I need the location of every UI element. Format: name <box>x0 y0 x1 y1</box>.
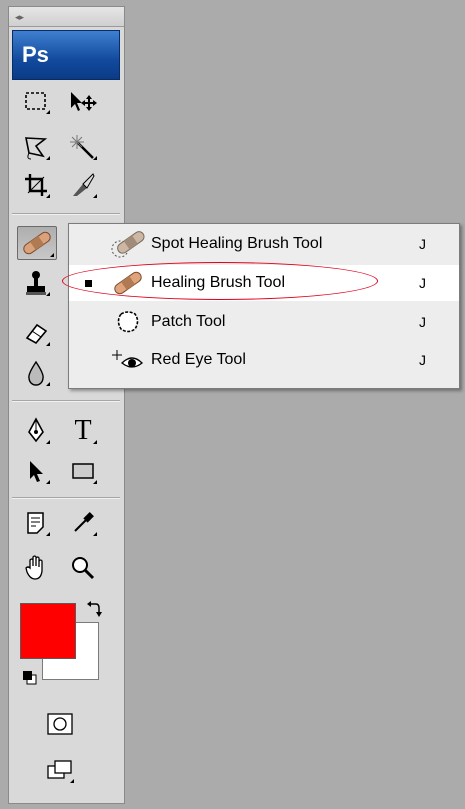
type-tool[interactable]: T <box>67 416 99 446</box>
magic-wand-tool[interactable] <box>67 132 99 162</box>
screen-mode-icon <box>47 760 72 779</box>
toolbox-divider <box>12 213 120 215</box>
panel-grip[interactable]: ◂▸ <box>9 7 124 27</box>
toolbox-divider <box>12 400 120 402</box>
bandage-icon <box>114 271 142 295</box>
eraser-tool[interactable] <box>20 318 52 348</box>
notes-icon <box>27 512 44 534</box>
blur-tool[interactable] <box>20 358 52 388</box>
magic-wand-icon <box>70 135 94 159</box>
menu-item-healing-brush[interactable]: Healing Brush Tool J <box>69 265 459 301</box>
path-selection-tool[interactable] <box>20 456 52 486</box>
menu-item-red-eye[interactable]: Red Eye Tool J <box>69 342 459 378</box>
clone-stamp-tool[interactable] <box>20 268 52 298</box>
drop-icon <box>28 360 44 386</box>
patch-icon <box>117 311 139 333</box>
polygonal-lasso-icon <box>25 137 48 160</box>
arrow-icon <box>30 461 43 482</box>
zoom-tool[interactable] <box>67 553 99 583</box>
healing-tools-flyout: Spot Healing Brush Tool J Healing Brush … <box>68 223 460 389</box>
shortcut-key: J <box>419 314 426 330</box>
foreground-color-swatch[interactable] <box>20 603 76 659</box>
menu-item-label: Healing Brush Tool <box>151 274 286 291</box>
quick-mask-mode[interactable] <box>44 709 76 739</box>
stamp-icon <box>26 271 46 295</box>
menu-item-label: Spot Healing Brush Tool <box>151 235 323 252</box>
rectangular-marquee-tool[interactable] <box>20 86 52 116</box>
hand-tool[interactable] <box>20 553 52 583</box>
menu-item-patch[interactable]: Patch Tool J <box>69 304 459 340</box>
notes-tool[interactable] <box>20 508 52 538</box>
bandage-icon <box>23 231 51 255</box>
crop-tool[interactable] <box>20 170 52 200</box>
selected-indicator <box>84 279 92 287</box>
lasso-tool[interactable] <box>20 132 52 162</box>
healing-brush-tool[interactable] <box>17 226 57 260</box>
eyedropper-icon <box>74 512 94 532</box>
default-colors-icon[interactable] <box>22 670 38 686</box>
eyedropper-tool[interactable] <box>67 508 99 538</box>
pen-tool[interactable] <box>20 416 52 446</box>
shortcut-key: J <box>419 352 426 368</box>
red-eye-icon <box>112 350 143 368</box>
spot-healing-bandage-icon <box>111 231 145 258</box>
rectangle-icon <box>72 463 94 479</box>
eraser-icon <box>25 323 48 345</box>
toolbox-divider <box>12 497 120 499</box>
type-icon: T <box>74 415 92 446</box>
shape-tool[interactable] <box>67 456 99 486</box>
slice-tool[interactable] <box>67 170 99 200</box>
move-icon <box>71 92 97 111</box>
crop-icon <box>25 174 47 196</box>
menu-item-label: Red Eye Tool <box>151 351 246 368</box>
menu-item-spot-healing-brush[interactable]: Spot Healing Brush Tool J <box>69 226 459 262</box>
pen-icon <box>28 417 44 443</box>
photoshop-logo[interactable]: Ps <box>12 30 120 80</box>
screen-mode[interactable] <box>44 755 76 785</box>
shortcut-key: J <box>419 275 426 291</box>
quick-mask-icon <box>47 713 73 735</box>
swap-colors-icon[interactable] <box>86 600 102 618</box>
menu-item-label: Patch Tool <box>151 313 226 330</box>
marquee-icon <box>25 92 46 110</box>
shortcut-key: J <box>419 236 426 252</box>
hand-icon <box>25 555 43 580</box>
slice-icon <box>73 173 95 196</box>
move-tool[interactable] <box>67 86 99 116</box>
magnifier-icon <box>72 557 95 580</box>
